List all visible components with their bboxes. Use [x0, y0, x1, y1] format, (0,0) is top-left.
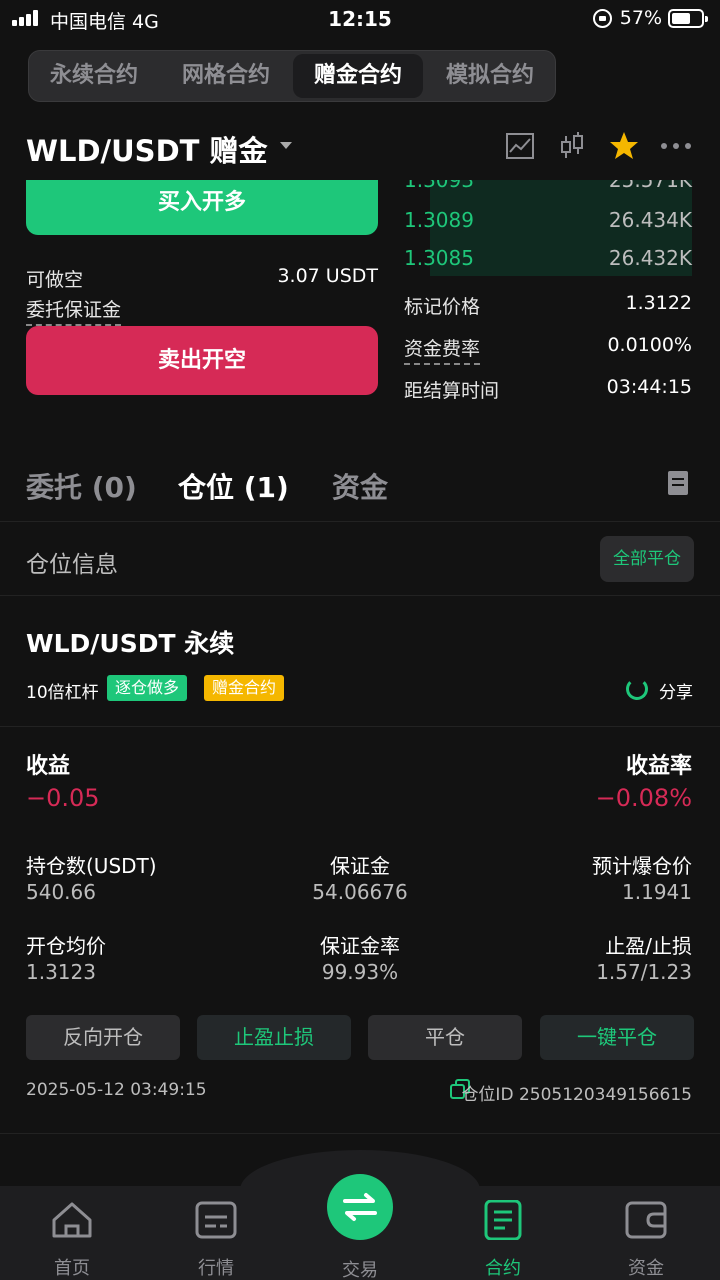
margin-value: 54.06676 — [312, 880, 408, 904]
close-position-button[interactable]: 平仓 — [368, 1015, 522, 1060]
reverse-position-button[interactable]: 反向开仓 — [26, 1015, 180, 1060]
document-icon[interactable] — [667, 470, 689, 496]
margin-ratio-value: 99.93% — [321, 960, 399, 984]
divider — [0, 726, 720, 727]
buy-long-button[interactable]: 买入开多 — [26, 180, 378, 235]
liquidation-label: 预计爆仓价 — [592, 854, 692, 878]
tpsl-label: 止盈/止损 — [605, 934, 692, 958]
pnl-label: 收益 — [26, 754, 71, 779]
funding-rate-label[interactable]: 资金费率 — [404, 334, 481, 365]
tab-funds[interactable]: 资金 — [332, 466, 388, 506]
pnl-value: −0.05 — [26, 784, 100, 812]
mode-badge: 逐仓做多 — [107, 675, 188, 701]
divider — [0, 1133, 720, 1134]
nav-home[interactable]: 首页 — [27, 1200, 117, 1280]
nav-trade[interactable] — [327, 1174, 393, 1240]
orderbook-qty: 25.571K — [608, 180, 692, 192]
tpsl-value: 1.57/1.23 — [596, 960, 692, 984]
orderbook-price: 1.3093 — [404, 180, 474, 192]
settlement-time-value: 03:44:15 — [606, 376, 692, 398]
star-icon[interactable] — [608, 130, 640, 162]
nav-market-label: 行情 — [198, 1258, 234, 1279]
margin-label: 保证金 — [330, 854, 390, 878]
orderbook-qty: 26.434K — [608, 208, 692, 232]
nav-home-label: 首页 — [54, 1258, 90, 1279]
sell-short-button[interactable]: 卖出开空 — [26, 326, 378, 395]
contract-tabs: 永续合约 网格合约 赠金合约 模拟合约 — [28, 50, 556, 102]
nav-market[interactable]: 行情 — [171, 1200, 261, 1280]
orderbook-row-clipped: 1.3093 25.571K — [400, 180, 700, 192]
size-value: 540.66 — [26, 880, 96, 904]
order-margin-label[interactable]: 委托保证金 — [26, 295, 122, 326]
orderbook-qty: 26.432K — [608, 246, 692, 270]
tab-grid[interactable]: 网格合约 — [161, 54, 291, 98]
tab-bonus[interactable]: 赠金合约 — [293, 54, 423, 98]
battery-percent: 57% — [619, 7, 662, 29]
tab-orders[interactable]: 委托 (0) — [26, 466, 137, 506]
swap-icon — [343, 1193, 377, 1221]
margin-ratio-label: 保证金率 — [320, 934, 400, 958]
liquidation-value: 1.1941 — [622, 880, 692, 904]
size-label: 持仓数(USDT) — [26, 854, 157, 878]
status-bar: 中国电信 4G 12:15 57% — [0, 0, 720, 38]
rotation-lock-icon — [593, 9, 612, 28]
nav-contract-label: 合约 — [485, 1258, 521, 1279]
roe-value: −0.08% — [595, 784, 692, 812]
divider — [0, 521, 720, 522]
entry-price-label: 开仓均价 — [26, 934, 106, 958]
nav-assets[interactable]: 资金 — [601, 1200, 691, 1280]
wallet-icon — [625, 1201, 667, 1239]
position-timestamp: 2025-05-12 03:49:15 — [26, 1080, 207, 1100]
nav-contract[interactable]: 合约 — [458, 1199, 548, 1280]
leverage-label: 10倍杠杆 — [26, 683, 99, 703]
close-all-button[interactable]: 全部平仓 — [600, 536, 694, 582]
nav-trade-label[interactable]: 交易 — [315, 1256, 405, 1280]
market-icon — [195, 1201, 237, 1239]
roe-label: 收益率 — [625, 754, 692, 779]
quick-close-button[interactable]: 一键平仓 — [540, 1015, 694, 1060]
line-chart-icon[interactable] — [504, 130, 536, 162]
funding-rate-value: 0.0100% — [607, 334, 692, 356]
home-icon — [52, 1202, 92, 1238]
nav-assets-label: 资金 — [628, 1258, 664, 1279]
tab-perpetual[interactable]: 永续合约 — [29, 54, 159, 98]
tpsl-button[interactable]: 止盈止损 — [197, 1015, 351, 1060]
divider — [0, 595, 720, 596]
position-info-title: 仓位信息 — [26, 552, 118, 578]
orderbook-price[interactable]: 1.3085 — [404, 246, 474, 270]
entry-price-value: 1.3123 — [26, 960, 96, 984]
mark-price-value: 1.3122 — [625, 292, 692, 314]
battery-icon — [668, 9, 708, 28]
position-id[interactable]: 仓位ID 2505120349156615 — [461, 1080, 692, 1105]
share-icon[interactable] — [626, 678, 648, 700]
share-button[interactable]: 分享 — [659, 678, 693, 703]
position-pair-title[interactable]: WLD/USDT 永续 — [26, 624, 234, 660]
short-available-label: 可做空 — [26, 269, 84, 291]
settlement-time-label: 距结算时间 — [404, 380, 500, 402]
mark-price-label: 标记价格 — [404, 296, 481, 318]
more-icon[interactable] — [660, 130, 692, 162]
bonus-badge: 赠金合约 — [204, 675, 285, 701]
status-time: 12:15 — [328, 7, 392, 31]
short-available-value: 3.07 USDT — [277, 265, 378, 287]
contract-icon — [484, 1199, 522, 1241]
tab-positions[interactable]: 仓位 (1) — [178, 466, 289, 506]
tab-demo[interactable]: 模拟合约 — [425, 54, 555, 98]
orderbook-price[interactable]: 1.3089 — [404, 208, 474, 232]
chevron-down-icon[interactable] — [280, 142, 292, 149]
pair-title[interactable]: WLD/USDT 赠金 — [26, 128, 268, 170]
candlestick-icon[interactable] — [556, 130, 588, 162]
